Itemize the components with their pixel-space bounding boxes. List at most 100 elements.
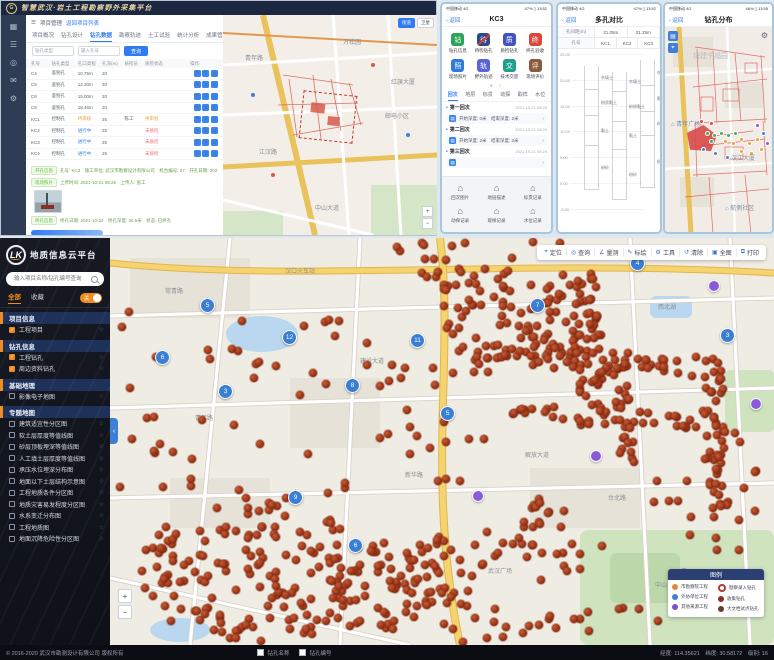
borehole-marker[interactable] bbox=[244, 565, 252, 573]
borehole-marker[interactable] bbox=[705, 131, 710, 136]
borehole-marker[interactable] bbox=[169, 448, 177, 456]
borehole-marker[interactable] bbox=[244, 534, 252, 542]
borehole-marker[interactable] bbox=[232, 586, 240, 594]
borehole-marker[interactable] bbox=[431, 381, 439, 389]
borehole-marker[interactable] bbox=[218, 628, 226, 636]
borehole-marker[interactable] bbox=[264, 602, 272, 610]
borehole-marker[interactable] bbox=[410, 556, 418, 564]
borehole-marker[interactable] bbox=[464, 587, 472, 595]
borehole-marker[interactable] bbox=[556, 352, 564, 360]
detail-button[interactable]: ≡ bbox=[211, 104, 218, 111]
borehole-marker[interactable] bbox=[537, 576, 545, 584]
borehole-marker[interactable] bbox=[508, 254, 516, 262]
borehole-marker[interactable] bbox=[125, 308, 133, 316]
borehole-marker[interactable] bbox=[410, 613, 418, 621]
app-shortcut[interactable]: 评 现场评价 bbox=[522, 59, 548, 80]
borehole-marker[interactable] bbox=[390, 617, 398, 625]
borehole-marker[interactable] bbox=[583, 335, 591, 343]
checkbox[interactable] bbox=[9, 455, 15, 461]
borehole-marker[interactable] bbox=[550, 364, 558, 372]
detail-button[interactable]: ≡ bbox=[211, 150, 218, 157]
cluster-marker[interactable]: 7 bbox=[530, 298, 545, 313]
borehole-marker[interactable] bbox=[654, 617, 662, 625]
borehole-marker[interactable] bbox=[586, 320, 594, 328]
borehole-marker[interactable] bbox=[242, 494, 250, 502]
borehole-marker[interactable] bbox=[544, 299, 552, 307]
borehole-marker[interactable] bbox=[272, 362, 280, 370]
borehole-marker[interactable] bbox=[300, 322, 308, 330]
borehole-marker[interactable] bbox=[427, 588, 435, 596]
borehole-marker[interactable] bbox=[527, 352, 535, 360]
cluster-marker[interactable]: 9 bbox=[288, 490, 303, 505]
toolbar-button[interactable]: ✎ 标绘 bbox=[624, 248, 652, 257]
borehole-marker[interactable] bbox=[426, 444, 434, 452]
borehole-marker[interactable] bbox=[126, 384, 134, 392]
record-tab[interactable]: 水位 bbox=[535, 91, 545, 101]
star-icon[interactable]: ☆ bbox=[99, 478, 104, 485]
poi-marker[interactable] bbox=[750, 398, 762, 410]
borehole-marker[interactable] bbox=[529, 238, 537, 246]
sheet-action[interactable]: ⌂ 取样记录 bbox=[478, 207, 514, 224]
cluster-marker[interactable]: 12 bbox=[282, 330, 297, 345]
borehole-marker[interactable] bbox=[309, 369, 317, 377]
borehole-marker[interactable] bbox=[576, 550, 584, 558]
module-tab[interactable]: 土工试验 bbox=[148, 31, 170, 42]
toolbar-button[interactable]: ↺ 清除 bbox=[680, 248, 708, 257]
borehole-marker[interactable] bbox=[701, 455, 709, 463]
borehole-marker[interactable] bbox=[540, 336, 548, 344]
sheet-action[interactable]: ⌂ 动探记录 bbox=[442, 207, 478, 224]
borehole-marker[interactable] bbox=[507, 303, 515, 311]
star-icon[interactable]: ☆ bbox=[99, 326, 104, 333]
borehole-marker[interactable] bbox=[424, 544, 432, 552]
borehole-marker[interactable] bbox=[423, 273, 431, 281]
rail-icon[interactable]: ▦ bbox=[10, 23, 18, 31]
borehole-marker[interactable] bbox=[588, 401, 596, 409]
edit-button[interactable]: ✎ bbox=[194, 81, 201, 88]
borehole-marker[interactable] bbox=[201, 537, 209, 545]
borehole-marker[interactable] bbox=[457, 268, 465, 276]
borehole-marker[interactable] bbox=[644, 364, 652, 372]
borehole-marker[interactable] bbox=[162, 523, 170, 531]
app-shortcut[interactable]: 钻 钻孔信息 bbox=[445, 33, 471, 54]
upload-button[interactable]: ↥ bbox=[202, 116, 209, 123]
borehole-marker[interactable] bbox=[157, 544, 165, 552]
borehole-marker[interactable] bbox=[490, 618, 498, 626]
borehole-marker[interactable] bbox=[598, 368, 606, 376]
borehole-marker[interactable] bbox=[337, 564, 345, 572]
star-icon[interactable]: ☆ bbox=[99, 365, 104, 372]
borehole-marker[interactable] bbox=[733, 131, 738, 136]
round-item[interactable]: 第二回次 2021-10-21 08:29 ▤ 开始深度: 2米 结束深度: 3… bbox=[442, 124, 551, 146]
borehole-marker[interactable] bbox=[465, 296, 473, 304]
detail-button[interactable]: ≡ bbox=[211, 81, 218, 88]
borehole-marker[interactable] bbox=[472, 280, 480, 288]
borehole-marker[interactable] bbox=[747, 141, 752, 146]
toolbar-button[interactable]: ∠ 量测 bbox=[595, 248, 623, 257]
borehole-marker[interactable] bbox=[177, 605, 185, 613]
borehole-marker[interactable] bbox=[449, 625, 457, 633]
checkbox[interactable] bbox=[9, 490, 15, 496]
detail-button[interactable]: ≡ bbox=[211, 70, 218, 77]
app-shortcut[interactable]: 照 现场照片 bbox=[445, 59, 471, 80]
borehole-marker[interactable] bbox=[479, 560, 487, 568]
borehole-marker[interactable] bbox=[650, 419, 658, 427]
detail-button[interactable]: ≡ bbox=[211, 139, 218, 146]
borehole-marker[interactable] bbox=[272, 582, 280, 590]
upload-button[interactable]: ↥ bbox=[202, 93, 209, 100]
borehole-marker[interactable] bbox=[499, 633, 507, 641]
borehole-marker[interactable] bbox=[447, 546, 455, 554]
borehole-marker[interactable] bbox=[170, 592, 178, 600]
borehole-marker[interactable] bbox=[665, 497, 673, 505]
borehole-marker[interactable] bbox=[250, 374, 258, 382]
borehole-marker[interactable] bbox=[535, 621, 543, 629]
borehole-marker[interactable] bbox=[253, 531, 261, 539]
layers-button[interactable]: ▤ bbox=[668, 31, 678, 41]
borehole-marker[interactable] bbox=[384, 430, 392, 438]
app-shortcut[interactable]: 轨 野外轨迹 bbox=[471, 59, 497, 80]
borehole-marker[interactable] bbox=[331, 332, 339, 340]
record-tab[interactable]: 地层 bbox=[465, 91, 475, 101]
borehole-marker[interactable] bbox=[701, 410, 709, 418]
sheet-action[interactable]: ⌂ 水位记录 bbox=[515, 207, 551, 224]
layer-item[interactable]: ✓周边资料钻孔☆ bbox=[0, 363, 110, 375]
rail-icon[interactable]: ✉ bbox=[10, 77, 17, 85]
type-filter-select[interactable]: 钻孔类型 bbox=[32, 46, 74, 56]
